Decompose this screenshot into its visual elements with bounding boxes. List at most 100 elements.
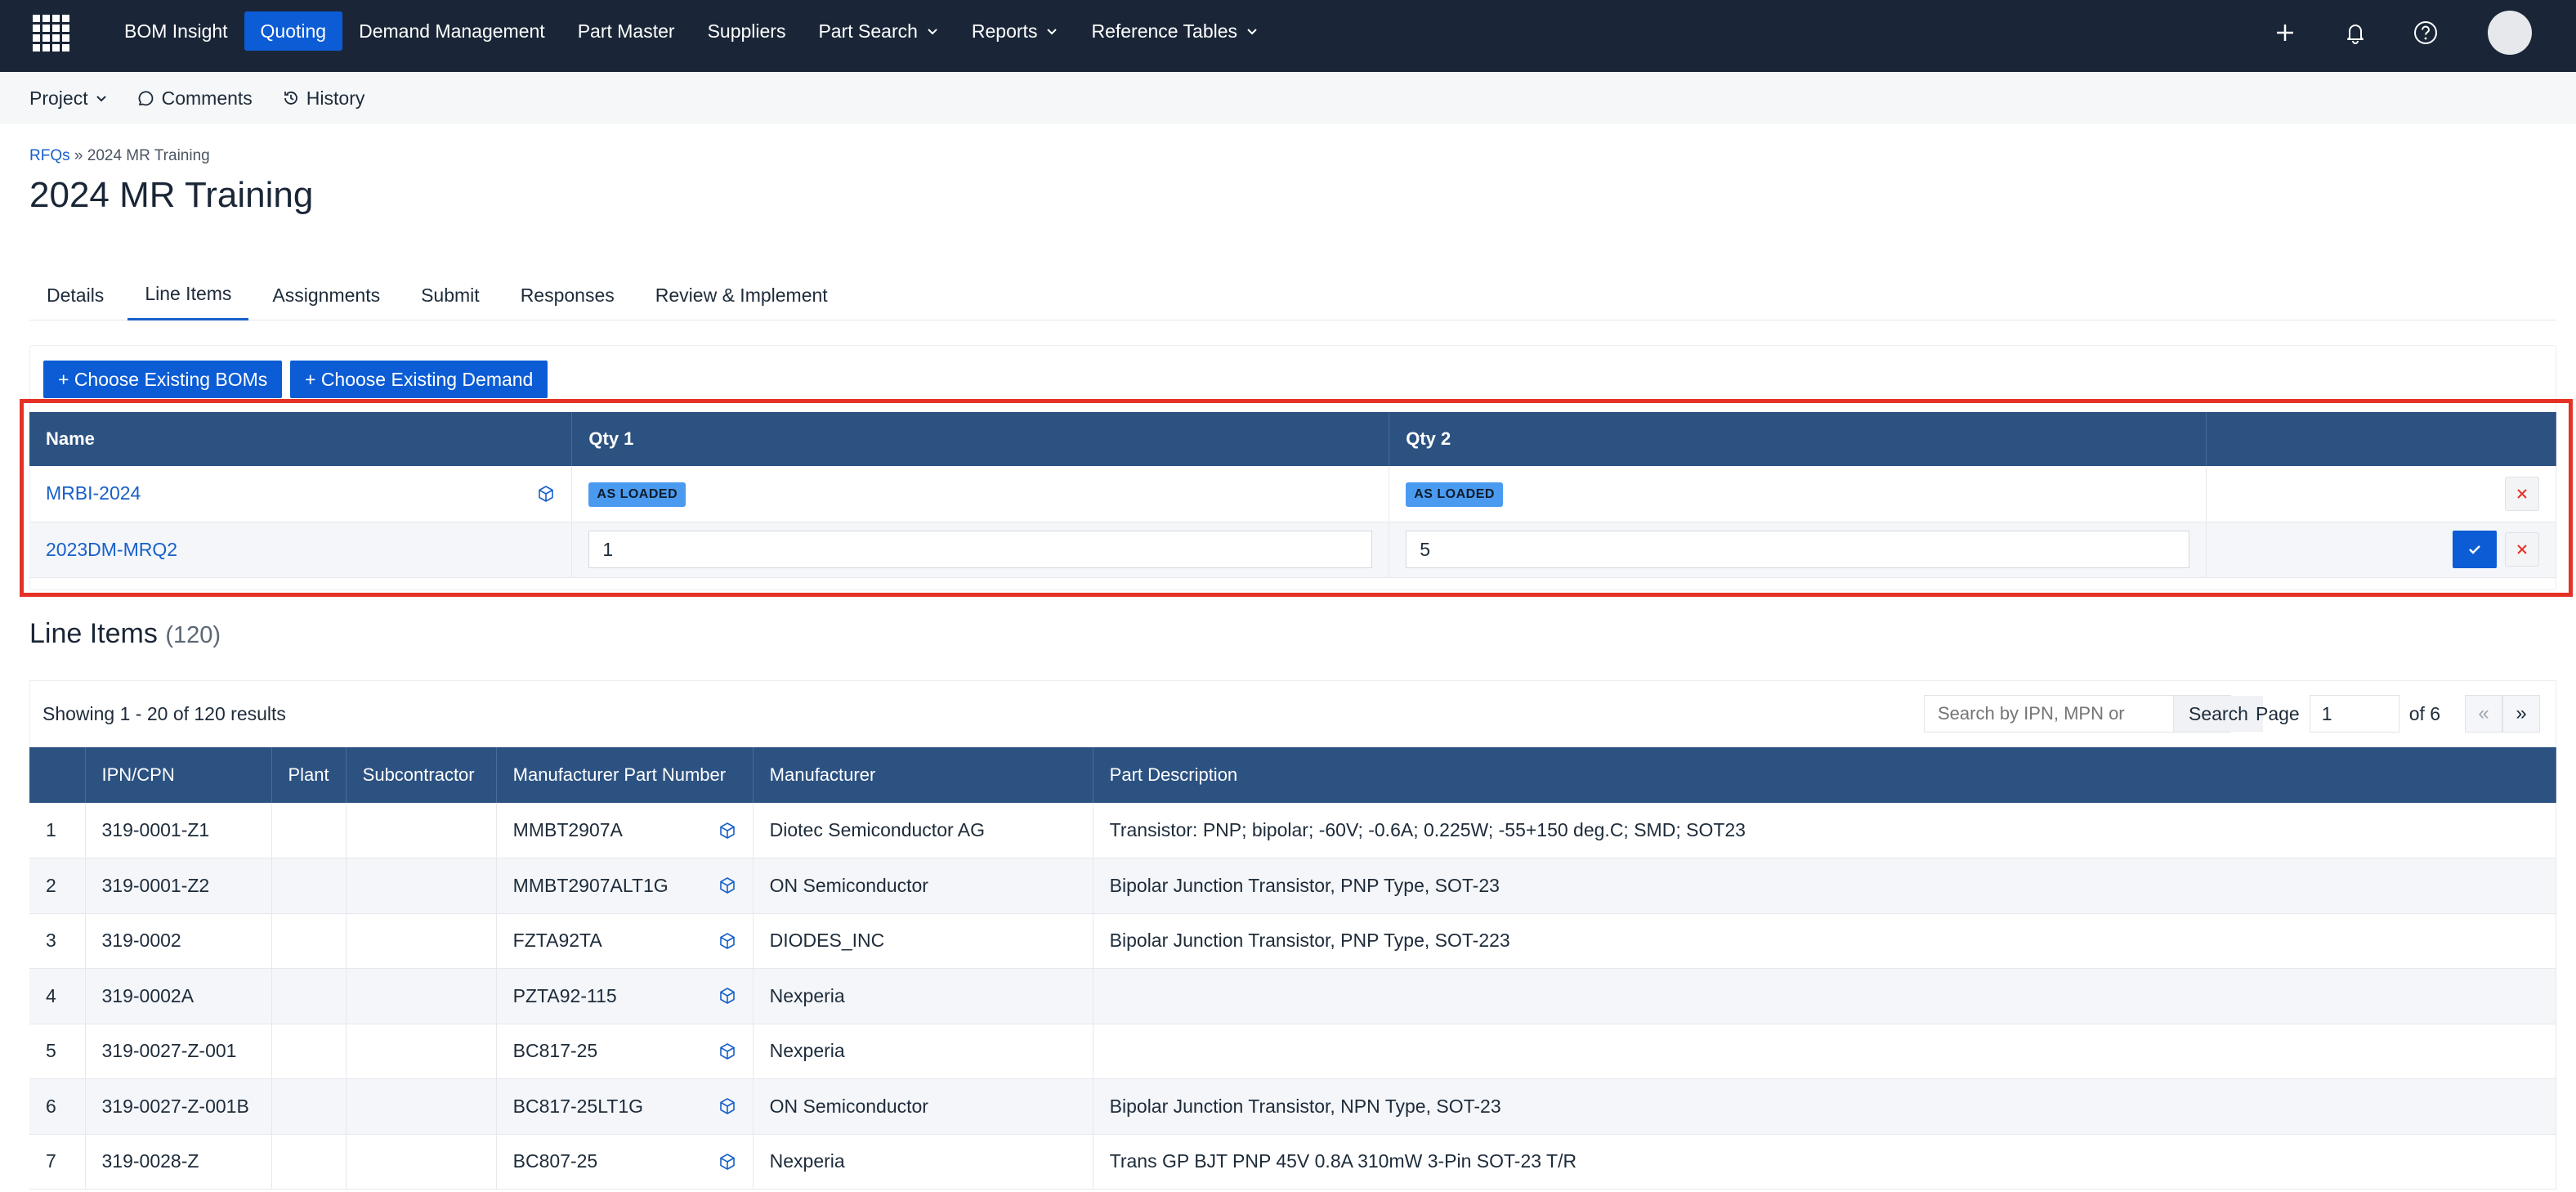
nav-item-suppliers[interactable]: Suppliers xyxy=(691,11,803,51)
app-logo-icon[interactable] xyxy=(29,11,72,54)
subcontractor-cell xyxy=(346,1078,497,1135)
comments-label: Comments xyxy=(161,87,253,109)
mpn-text: MMBT2907ALT1G xyxy=(512,874,669,896)
tab-bar: Details Line Items Assignments Submit Respon… xyxy=(29,270,2556,320)
tab-details[interactable]: Details xyxy=(29,270,121,320)
chevron-down-icon xyxy=(928,29,937,35)
subcontractor-cell xyxy=(346,968,497,1024)
description-cell: Bipolar Junction Transistor, NPN Type, S… xyxy=(1093,1078,2557,1135)
pagination: Page of 6 xyxy=(2256,695,2440,733)
table-row[interactable]: 4 319-0002A PZTA92-115 Nexperia xyxy=(29,968,2557,1024)
row-index-cell: 3 xyxy=(29,913,86,969)
cube-icon[interactable] xyxy=(718,822,736,840)
page-title: 2024 MR Training xyxy=(29,175,314,215)
subcontractor-cell xyxy=(346,913,497,969)
mpn-cell: MMBT2907A xyxy=(496,803,754,858)
previous-page-button[interactable]: « xyxy=(2465,695,2502,733)
project-menu-label: Project xyxy=(29,87,88,109)
description-cell xyxy=(1093,1024,2557,1079)
column-header-index xyxy=(29,747,86,803)
description-cell: Bipolar Junction Transistor, PNP Type, S… xyxy=(1093,858,2557,914)
mpn-cell: BC817-25 xyxy=(496,1024,754,1079)
mpn-cell: BC807-25 xyxy=(496,1134,754,1190)
comment-icon xyxy=(138,91,153,106)
nav-item-reports[interactable]: Reports xyxy=(955,11,1076,51)
mpn-text: BC817-25 xyxy=(512,1040,598,1062)
help-icon[interactable] xyxy=(2411,18,2440,47)
mpn-text: BC817-25LT1G xyxy=(512,1095,644,1117)
history-button[interactable]: History xyxy=(282,87,365,110)
nav-item-demand-management[interactable]: Demand Management xyxy=(342,11,561,51)
nav-item-reference-tables[interactable]: Reference Tables xyxy=(1075,11,1275,51)
nav-item-label: Reports xyxy=(971,20,1038,42)
top-navbar: BOM Insight Quoting Demand Management Part … xyxy=(0,0,2576,72)
line-items-search: Search xyxy=(1924,695,2263,733)
column-header-ipn[interactable]: IPN/CPN xyxy=(85,747,272,803)
next-page-button[interactable]: » xyxy=(2502,695,2540,733)
line-items-heading: Line Items (120) xyxy=(29,618,221,650)
column-header-mpn[interactable]: Manufacturer Part Number xyxy=(496,747,754,803)
nav-item-quoting[interactable]: Quoting xyxy=(244,11,343,51)
search-button[interactable]: Search xyxy=(2173,696,2263,732)
bell-icon[interactable] xyxy=(2341,18,2370,47)
cube-icon[interactable] xyxy=(718,1042,736,1060)
cube-icon[interactable] xyxy=(718,1153,736,1171)
project-menu[interactable]: Project xyxy=(29,87,108,110)
choose-existing-demand-button[interactable]: + Choose Existing Demand xyxy=(290,361,548,398)
plant-cell xyxy=(271,913,347,969)
mpn-cell: MMBT2907ALT1G xyxy=(496,858,754,914)
row-index-cell: 4 xyxy=(29,968,86,1024)
plant-cell xyxy=(271,858,347,914)
row-index-cell: 5 xyxy=(29,1024,86,1079)
nav-item-label: BOM Insight xyxy=(124,20,228,42)
tab-responses[interactable]: Responses xyxy=(503,270,632,320)
page-label: Page xyxy=(2256,702,2300,724)
manufacturer-cell: DIODES_INC xyxy=(753,913,1093,969)
cube-icon[interactable] xyxy=(718,876,736,894)
plus-icon[interactable] xyxy=(2270,18,2300,47)
secondary-toolbar: Project Comments History xyxy=(0,72,2576,124)
line-items-title: Line Items xyxy=(29,618,158,649)
nav-item-label: Part Master xyxy=(577,20,675,42)
column-header-description[interactable]: Part Description xyxy=(1093,747,2557,803)
tab-submit[interactable]: Submit xyxy=(404,270,497,320)
mpn-text: PZTA92-115 xyxy=(512,984,617,1006)
avatar[interactable] xyxy=(2488,11,2532,55)
page-number-input[interactable] xyxy=(2309,695,2399,733)
column-header-plant[interactable]: Plant xyxy=(271,747,347,803)
tab-assignments[interactable]: Assignments xyxy=(255,270,397,320)
cube-icon[interactable] xyxy=(718,1097,736,1115)
table-row[interactable]: 5 319-0027-Z-001 BC817-25 Nexperia xyxy=(29,1024,2557,1079)
search-input[interactable] xyxy=(1925,696,2173,732)
cube-icon[interactable] xyxy=(718,932,736,950)
history-label: History xyxy=(306,87,365,109)
chevron-down-icon xyxy=(1047,29,1058,35)
column-header-manufacturer[interactable]: Manufacturer xyxy=(753,747,1093,803)
ipn-cell: 319-0027-Z-001 xyxy=(85,1024,272,1079)
tab-line-items[interactable]: Line Items xyxy=(127,270,249,320)
comments-button[interactable]: Comments xyxy=(137,87,253,110)
mpn-cell: FZTA92TA xyxy=(496,913,754,969)
chevron-down-icon xyxy=(96,96,106,102)
choose-existing-boms-button[interactable]: + Choose Existing BOMs xyxy=(43,361,283,398)
description-cell: Trans GP BJT PNP 45V 0.8A 310mW 3-Pin SO… xyxy=(1093,1134,2557,1190)
tab-review-implement[interactable]: Review & Implement xyxy=(638,270,845,320)
table-row[interactable]: 7 319-0028-Z BC807-25 Nexperia Trans GP BJT … xyxy=(29,1134,2557,1190)
table-row[interactable]: 1 319-0001-Z1 MMBT2907A Diotec Semiconducto… xyxy=(29,803,2557,858)
nav-item-bom-insight[interactable]: BOM Insight xyxy=(108,11,244,51)
nav-item-part-master[interactable]: Part Master xyxy=(561,11,691,51)
cube-icon[interactable] xyxy=(718,987,736,1005)
table-row[interactable]: 3 319-0002 FZTA92TA DIODES_INC Bipolar Junct… xyxy=(29,913,2557,969)
table-row[interactable]: 6 319-0027-Z-001B BC817-25LT1G ON Semicondu… xyxy=(29,1078,2557,1135)
nav-item-label: Part Search xyxy=(818,20,918,42)
mpn-text: BC807-25 xyxy=(512,1150,598,1172)
manufacturer-cell: Nexperia xyxy=(753,968,1093,1024)
ipn-cell: 319-0002A xyxy=(85,968,272,1024)
column-header-subcontractor[interactable]: Subcontractor xyxy=(346,747,497,803)
plant-cell xyxy=(271,803,347,858)
row-index-cell: 2 xyxy=(29,858,86,914)
nav-item-part-search[interactable]: Part Search xyxy=(802,11,955,51)
mpn-text: FZTA92TA xyxy=(512,930,602,952)
breadcrumb-rfqs-link[interactable]: RFQs xyxy=(29,147,70,164)
table-row[interactable]: 2 319-0001-Z2 MMBT2907ALT1G ON Semiconducto… xyxy=(29,858,2557,914)
